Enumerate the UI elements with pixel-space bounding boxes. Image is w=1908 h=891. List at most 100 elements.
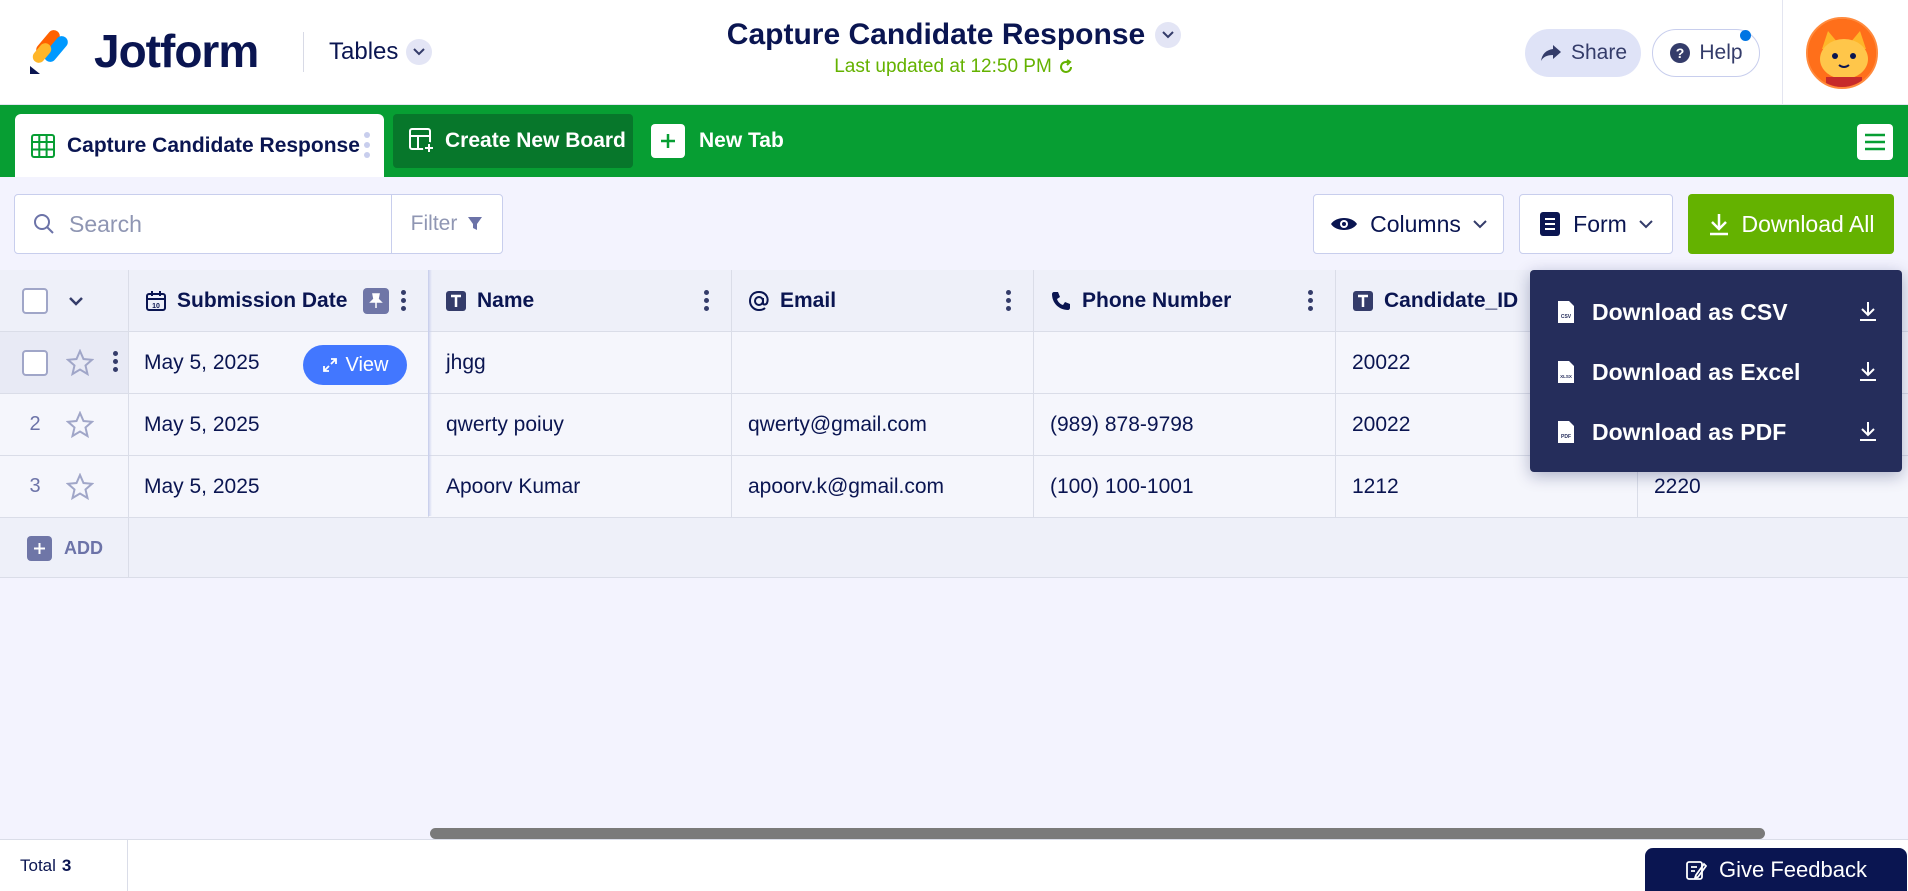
header-divider [303, 32, 304, 72]
view-label: View [345, 353, 389, 376]
help-icon: ? [1670, 43, 1691, 63]
pdf-file-icon: PDF [1558, 421, 1574, 443]
column-label: Phone Number [1082, 288, 1232, 312]
cell-email[interactable]: qwerty@gmail.com [732, 394, 1034, 455]
download-excel-item[interactable]: XLSX Download as Excel [1530, 342, 1902, 402]
help-label: Help [1699, 41, 1743, 64]
download-menu: CSV Download as CSV XLSX Download as Exc… [1530, 270, 1902, 472]
share-label: Share [1570, 41, 1628, 64]
jotform-logo[interactable]: Jotform [28, 24, 259, 78]
give-feedback-button[interactable]: Give Feedback [1645, 848, 1907, 891]
cell-name[interactable]: jhgg [429, 332, 732, 393]
cell-name[interactable]: Apoorv Kumar [429, 456, 732, 517]
row-controls [0, 332, 129, 393]
download-all-button[interactable]: Download All [1688, 194, 1894, 254]
row-number: 3 [29, 475, 41, 497]
text-icon [446, 290, 466, 311]
menu-item-label: Download as Excel [1592, 358, 1801, 385]
csv-file-icon: CSV [1558, 301, 1574, 323]
at-icon [748, 290, 769, 311]
column-menu-icon[interactable] [704, 290, 709, 311]
feedback-label: Give Feedback [1719, 856, 1867, 882]
column-label: Name [477, 288, 535, 312]
row-checkbox[interactable] [22, 349, 48, 376]
app-header: Jotform Tables Capture Candidate Respons… [0, 0, 1908, 105]
page-title: Capture Candidate Response [726, 18, 1146, 51]
cell-phone[interactable] [1034, 332, 1336, 393]
header-divider [1782, 0, 1783, 105]
column-header-phone-number[interactable]: Phone Number [1034, 270, 1336, 331]
star-icon[interactable] [66, 348, 94, 377]
view-button[interactable]: View [303, 345, 407, 385]
filter-button[interactable]: Filter [391, 194, 503, 254]
column-menu-icon[interactable] [1006, 290, 1011, 311]
download-pdf-item[interactable]: PDF Download as PDF [1530, 402, 1902, 462]
add-row-button[interactable]: ADD [27, 536, 103, 561]
column-menu-icon[interactable] [401, 290, 406, 311]
download-icon [1860, 302, 1876, 321]
select-all-cell [0, 270, 129, 331]
cell-phone[interactable]: (100) 100-1001 [1034, 456, 1336, 517]
column-header-email[interactable]: Email [732, 270, 1034, 331]
column-header-submission-date[interactable]: 10 Submission Date [129, 270, 429, 331]
tab-options-icon[interactable] [364, 132, 370, 158]
cell-text: (989) 878-9798 [1050, 412, 1194, 436]
cell-submission-date[interactable]: May 5, 2025 View [129, 332, 429, 393]
search-box [14, 194, 392, 254]
cell-text: 1212 [1352, 474, 1399, 498]
menu-item-label: Download as CSV [1592, 298, 1788, 325]
star-icon[interactable] [66, 410, 94, 439]
svg-text:CSV: CSV [1561, 314, 1572, 320]
form-select-button[interactable]: Form [1519, 194, 1673, 254]
create-new-board-button[interactable]: Create New Board [393, 114, 633, 168]
cell-email[interactable] [732, 332, 1034, 393]
logo-text: Jotform [94, 25, 259, 77]
cell-name[interactable]: qwerty poiuy [429, 394, 732, 455]
table-title-menu[interactable]: Capture Candidate Response [726, 18, 1182, 52]
cell-text: 20022 [1352, 412, 1411, 436]
calendar-icon: 10 [146, 290, 166, 311]
svg-text:?: ? [1676, 45, 1685, 61]
menu-item-label: Download as PDF [1592, 418, 1787, 445]
new-tab-button[interactable]: New Tab [651, 114, 784, 168]
avatar[interactable] [1806, 17, 1878, 89]
new-tab-label: New Tab [699, 129, 784, 152]
column-menu-icon[interactable] [1308, 290, 1313, 311]
search-input[interactable] [69, 210, 369, 238]
frozen-column-shadow [428, 270, 432, 516]
form-label: Form [1573, 210, 1627, 237]
cell-text: May 5, 2025 [144, 350, 260, 374]
column-label: Email [780, 288, 837, 312]
refresh-icon[interactable] [1058, 59, 1074, 75]
chevron-down-icon[interactable] [68, 296, 84, 306]
share-button[interactable]: Share [1525, 29, 1641, 77]
hamburger-icon [1865, 133, 1885, 151]
cell-text: (100) 100-1001 [1050, 474, 1194, 498]
row-menu-icon[interactable] [113, 351, 118, 372]
cell-submission-date[interactable]: May 5, 2025 [129, 456, 429, 517]
cell-phone[interactable]: (989) 878-9798 [1034, 394, 1336, 455]
column-header-name[interactable]: Name [429, 270, 732, 331]
help-button[interactable]: ? Help [1652, 29, 1760, 77]
tables-menu-button[interactable]: Tables [329, 38, 433, 66]
add-label: ADD [64, 538, 103, 558]
cell-email[interactable]: apoorv.k@gmail.com [732, 456, 1034, 517]
columns-label: Columns [1370, 210, 1461, 237]
columns-button[interactable]: Columns [1313, 194, 1504, 254]
svg-text:XLSX: XLSX [1560, 374, 1572, 379]
select-all-checkbox[interactable] [22, 287, 48, 314]
tab-capture-candidate-response[interactable]: Capture Candidate Response [15, 114, 384, 177]
pin-icon[interactable] [363, 287, 390, 314]
column-divider [128, 518, 129, 578]
hamburger-menu-button[interactable] [1857, 124, 1893, 160]
star-icon[interactable] [66, 472, 94, 501]
grid-table-icon [31, 133, 55, 158]
funnel-icon [468, 217, 483, 230]
horizontal-scrollbar[interactable] [430, 828, 1765, 839]
download-icon [1709, 214, 1728, 236]
download-csv-item[interactable]: CSV Download as CSV [1530, 282, 1902, 342]
cell-text: 20022 [1352, 350, 1411, 374]
row-controls: 2 [0, 394, 129, 455]
tab-bar: Capture Candidate Response Create New Bo… [0, 105, 1908, 177]
cell-submission-date[interactable]: May 5, 2025 [129, 394, 429, 455]
